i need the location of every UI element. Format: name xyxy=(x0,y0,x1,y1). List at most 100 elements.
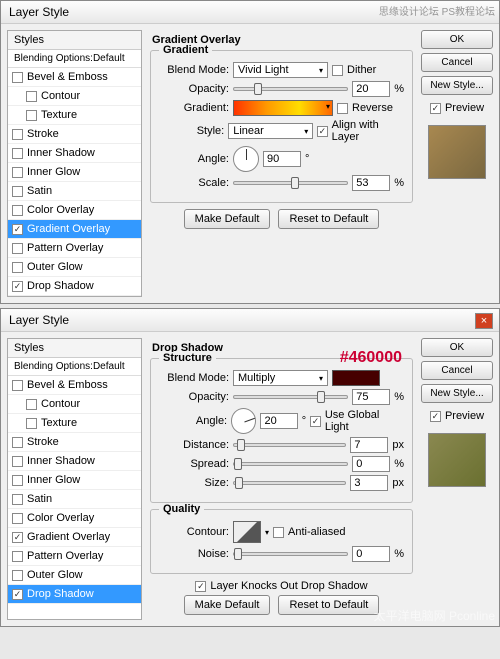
size-slider[interactable] xyxy=(233,481,346,485)
style-checkbox[interactable] xyxy=(26,418,37,429)
spread-input[interactable]: 0 xyxy=(352,456,390,472)
style-item-drop-shadow[interactable]: Drop Shadow xyxy=(8,277,141,296)
style-checkbox[interactable] xyxy=(12,167,23,178)
style-checkbox[interactable] xyxy=(12,532,23,543)
style-item-bevel-emboss[interactable]: Bevel & Emboss xyxy=(8,376,141,395)
style-checkbox[interactable] xyxy=(12,570,23,581)
dither-checkbox[interactable] xyxy=(332,65,343,76)
style-item-satin[interactable]: Satin xyxy=(8,490,141,509)
style-checkbox[interactable] xyxy=(12,475,23,486)
style-checkbox[interactable] xyxy=(26,110,37,121)
style-checkbox[interactable] xyxy=(26,399,37,410)
style-item-texture[interactable]: Texture xyxy=(8,106,141,125)
align-checkbox[interactable] xyxy=(317,126,327,137)
spread-slider[interactable] xyxy=(233,462,348,466)
make-default-button[interactable]: Make Default xyxy=(184,595,271,615)
reset-default-button[interactable]: Reset to Default xyxy=(278,595,379,615)
preview-checkbox[interactable] xyxy=(430,411,441,422)
dither-label: Dither xyxy=(347,64,376,76)
style-item-gradient-overlay[interactable]: Gradient Overlay xyxy=(8,528,141,547)
opacity-input[interactable]: 20 xyxy=(352,81,390,97)
angle-input[interactable]: 20 xyxy=(260,413,297,429)
opacity-slider[interactable] xyxy=(233,87,348,91)
knocks-out-checkbox[interactable] xyxy=(195,581,206,592)
style-checkbox[interactable] xyxy=(12,551,23,562)
cancel-button[interactable]: Cancel xyxy=(421,53,493,72)
noise-input[interactable]: 0 xyxy=(352,546,390,562)
size-input[interactable]: 3 xyxy=(350,475,388,491)
style-item-outer-glow[interactable]: Outer Glow xyxy=(8,566,141,585)
scale-slider[interactable] xyxy=(233,181,348,185)
gradient-swatch[interactable] xyxy=(233,100,333,116)
style-checkbox[interactable] xyxy=(12,148,23,159)
close-icon[interactable]: × xyxy=(475,313,493,329)
contour-picker[interactable] xyxy=(233,521,261,543)
style-item-bevel-emboss[interactable]: Bevel & Emboss xyxy=(8,68,141,87)
style-checkbox[interactable] xyxy=(12,456,23,467)
style-item-contour[interactable]: Contour xyxy=(8,395,141,414)
style-item-contour[interactable]: Contour xyxy=(8,87,141,106)
style-item-stroke[interactable]: Stroke xyxy=(8,125,141,144)
style-checkbox[interactable] xyxy=(12,186,23,197)
ok-button[interactable]: OK xyxy=(421,338,493,357)
opacity-input[interactable]: 75 xyxy=(352,389,390,405)
style-item-gradient-overlay[interactable]: Gradient Overlay xyxy=(8,220,141,239)
style-checkbox[interactable] xyxy=(26,91,37,102)
angle-input[interactable]: 90 xyxy=(263,151,301,167)
make-default-button[interactable]: Make Default xyxy=(184,209,271,229)
style-checkbox[interactable] xyxy=(12,262,23,273)
distance-input[interactable]: 7 xyxy=(350,437,388,453)
style-item-color-overlay[interactable]: Color Overlay xyxy=(8,509,141,528)
style-item-stroke[interactable]: Stroke xyxy=(8,433,141,452)
style-checkbox[interactable] xyxy=(12,513,23,524)
style-item-inner-shadow[interactable]: Inner Shadow xyxy=(8,144,141,163)
global-light-checkbox[interactable] xyxy=(310,416,321,427)
style-checkbox[interactable] xyxy=(12,129,23,140)
chevron-down-icon[interactable]: ▾ xyxy=(265,528,269,537)
scale-input[interactable]: 53 xyxy=(352,175,390,191)
noise-slider[interactable] xyxy=(233,552,348,556)
style-item-outer-glow[interactable]: Outer Glow xyxy=(8,258,141,277)
style-item-texture[interactable]: Texture xyxy=(8,414,141,433)
blending-options[interactable]: Blending Options:Default xyxy=(8,358,141,376)
reverse-checkbox[interactable] xyxy=(337,103,348,114)
style-item-satin[interactable]: Satin xyxy=(8,182,141,201)
new-style-button[interactable]: New Style... xyxy=(421,76,493,95)
style-item-drop-shadow[interactable]: Drop Shadow xyxy=(8,585,141,604)
angle-dial[interactable] xyxy=(233,146,259,172)
styles-header[interactable]: Styles xyxy=(8,31,141,50)
style-item-inner-glow[interactable]: Inner Glow xyxy=(8,471,141,490)
preview-checkbox[interactable] xyxy=(430,103,441,114)
style-checkbox[interactable] xyxy=(12,205,23,216)
opacity-slider[interactable] xyxy=(233,395,348,399)
blend-mode-dropdown[interactable]: Multiply xyxy=(233,370,328,386)
style-dropdown[interactable]: Linear xyxy=(228,123,313,139)
style-checkbox[interactable] xyxy=(12,589,23,600)
style-checkbox[interactable] xyxy=(12,243,23,254)
layer-style-dialog-2: × Layer Style Styles Blending Options:De… xyxy=(0,308,500,627)
style-item-inner-shadow[interactable]: Inner Shadow xyxy=(8,452,141,471)
style-checkbox[interactable] xyxy=(12,281,23,292)
blending-options[interactable]: Blending Options:Default xyxy=(8,50,141,68)
ok-button[interactable]: OK xyxy=(421,30,493,49)
style-item-pattern-overlay[interactable]: Pattern Overlay xyxy=(8,239,141,258)
style-item-color-overlay[interactable]: Color Overlay xyxy=(8,201,141,220)
style-checkbox[interactable] xyxy=(12,224,23,235)
anti-aliased-label: Anti-aliased xyxy=(288,526,345,538)
anti-aliased-checkbox[interactable] xyxy=(273,527,284,538)
cancel-button[interactable]: Cancel xyxy=(421,361,493,380)
styles-list: Styles Blending Options:Default Bevel & … xyxy=(7,338,142,620)
style-checkbox[interactable] xyxy=(12,380,23,391)
styles-header[interactable]: Styles xyxy=(8,339,141,358)
reset-default-button[interactable]: Reset to Default xyxy=(278,209,379,229)
shadow-color-swatch[interactable] xyxy=(332,370,380,386)
style-item-pattern-overlay[interactable]: Pattern Overlay xyxy=(8,547,141,566)
angle-dial[interactable] xyxy=(231,408,256,434)
style-item-inner-glow[interactable]: Inner Glow xyxy=(8,163,141,182)
blend-mode-dropdown[interactable]: Vivid Light xyxy=(233,62,328,78)
new-style-button[interactable]: New Style... xyxy=(421,384,493,403)
style-checkbox[interactable] xyxy=(12,437,23,448)
style-checkbox[interactable] xyxy=(12,494,23,505)
distance-slider[interactable] xyxy=(233,443,346,447)
style-checkbox[interactable] xyxy=(12,72,23,83)
